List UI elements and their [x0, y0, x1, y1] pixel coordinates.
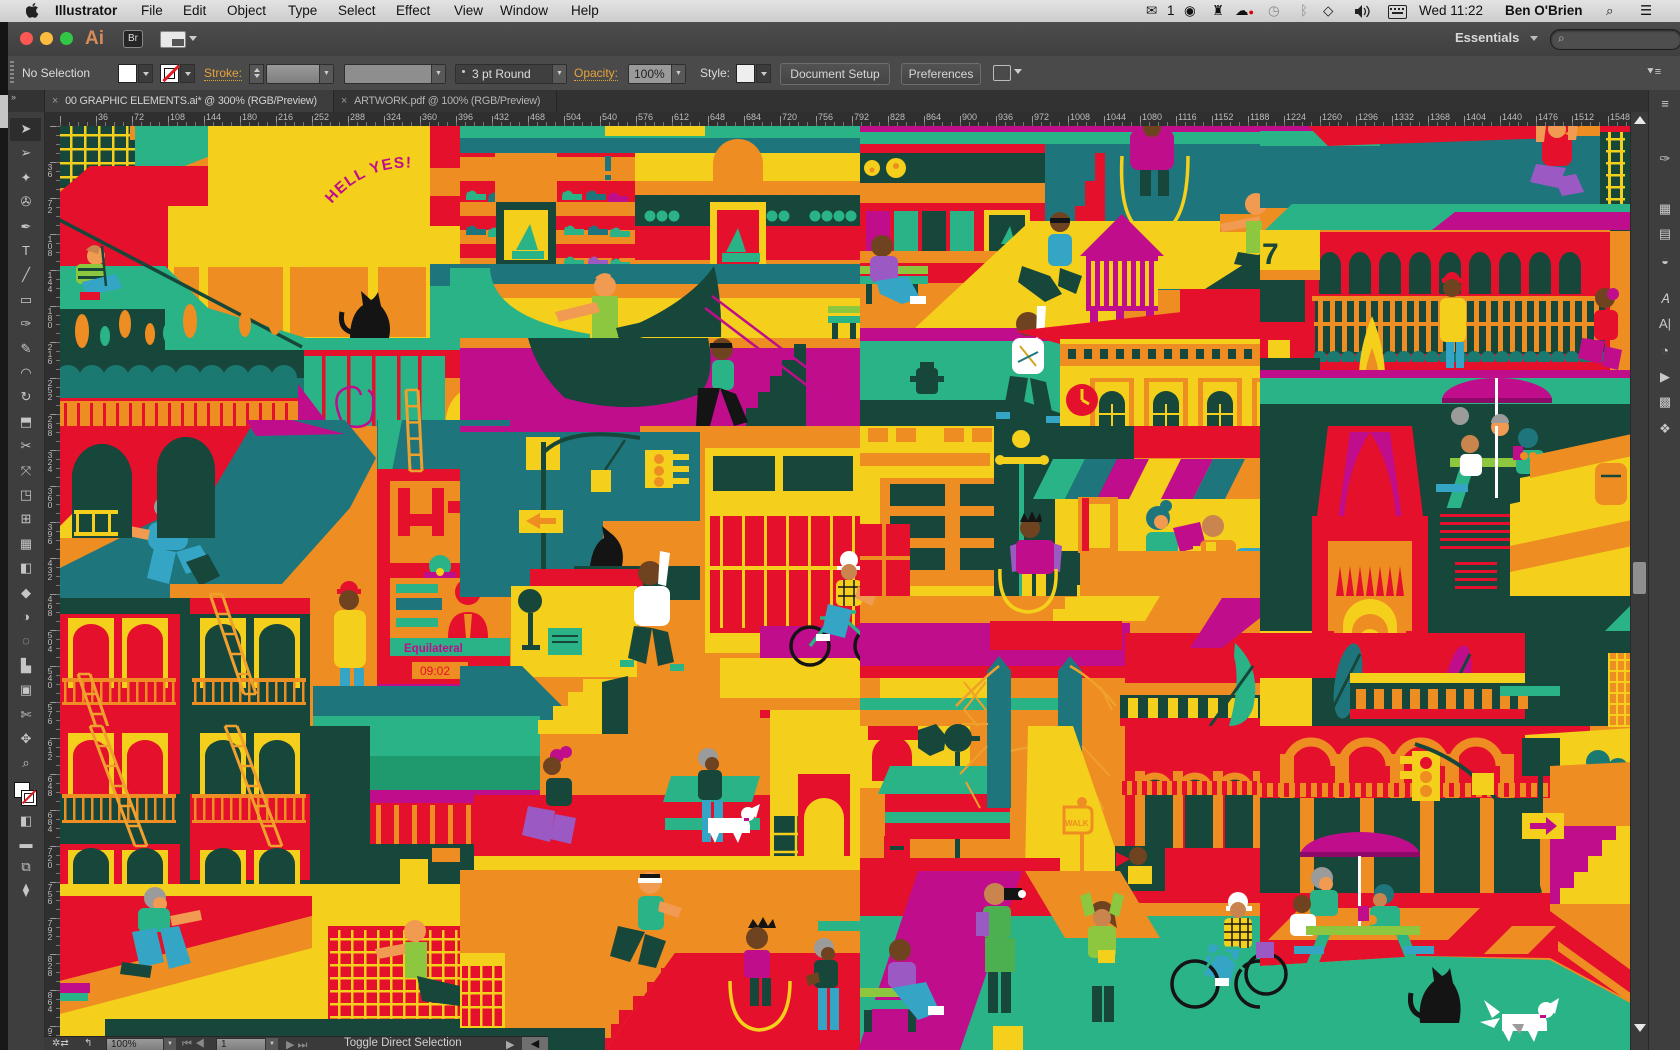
- svg-text:WALK: WALK: [1065, 819, 1089, 828]
- svg-text:Equilateral: Equilateral: [404, 643, 463, 655]
- svg-text:09:02: 09:02: [420, 664, 450, 678]
- svg-text:7: 7: [1262, 238, 1279, 271]
